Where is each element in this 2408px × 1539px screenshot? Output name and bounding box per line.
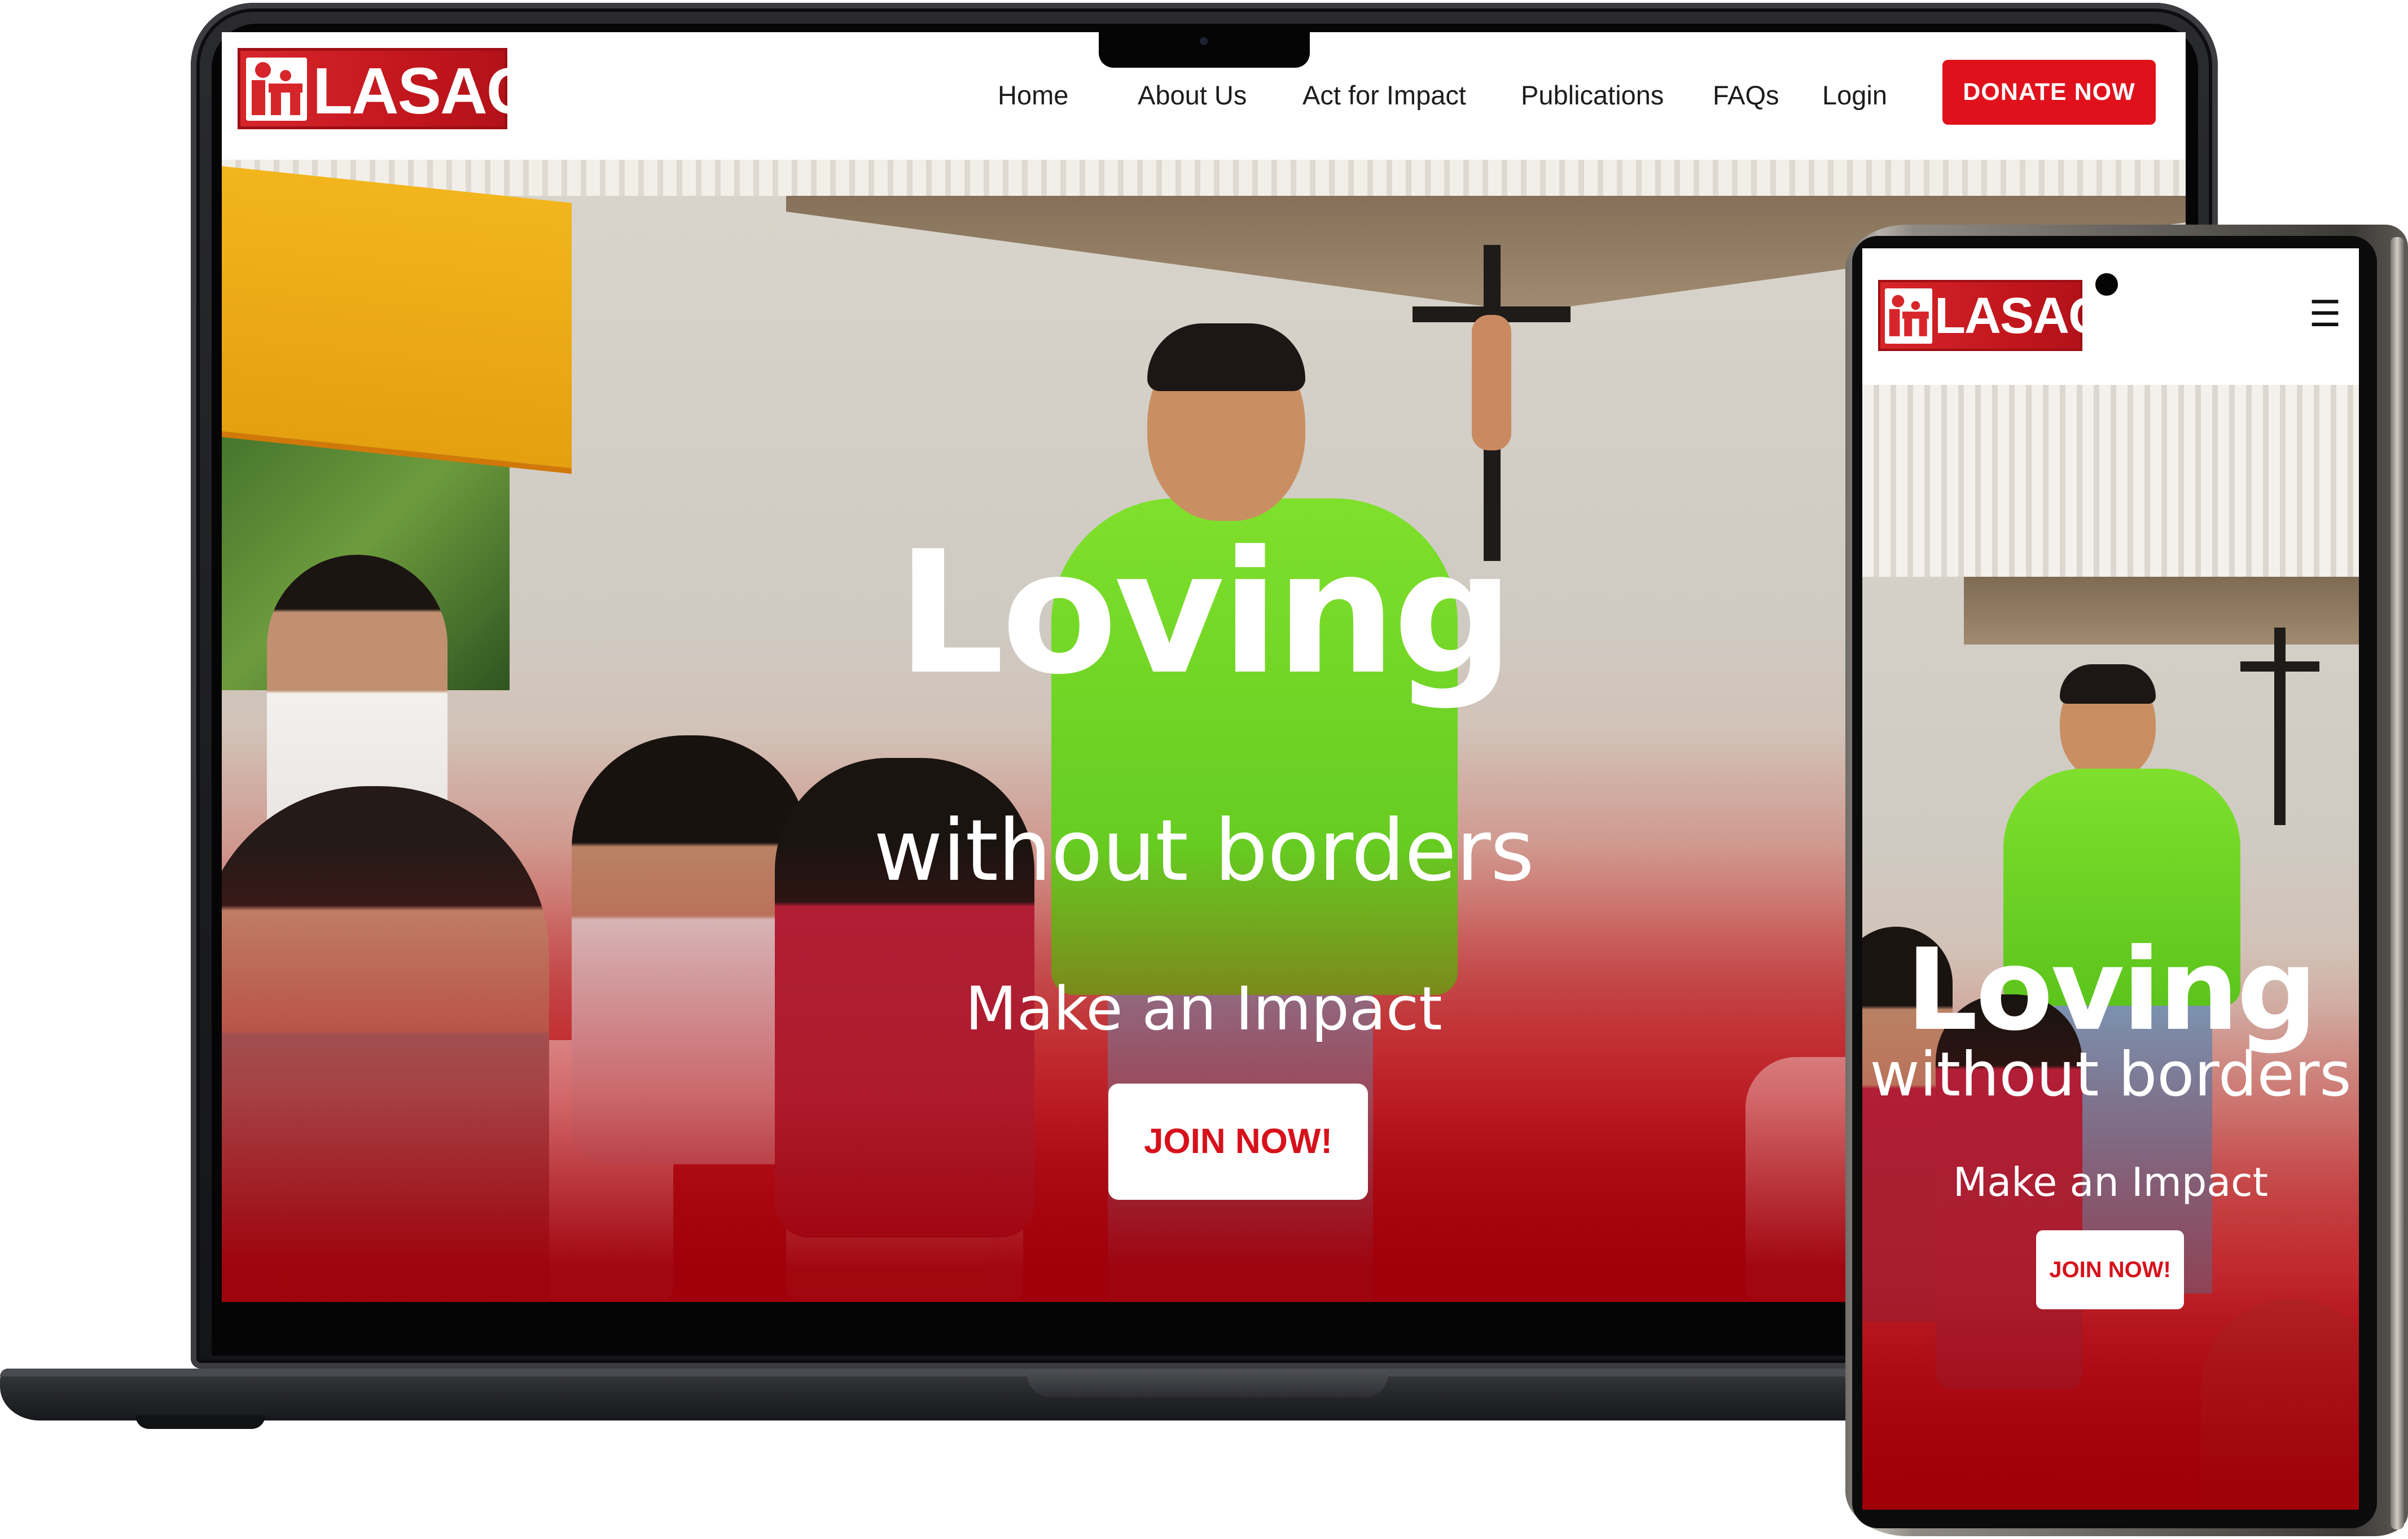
nav-item-home[interactable]: Home	[998, 78, 1068, 112]
nav-item-publications[interactable]: Publications	[1521, 78, 1664, 112]
mobile-navbar: LASAC ☰	[1862, 248, 2359, 385]
mobile-hero-subheadline: without borders	[1870, 1040, 2352, 1110]
nav-item-act-for-impact[interactable]: Act for Impact	[1302, 78, 1466, 112]
nav-item-about-us[interactable]: About Us	[1138, 78, 1247, 112]
mobile-logo-text: LASAC	[1935, 288, 2105, 344]
phone-camera	[2095, 273, 2118, 296]
laptop-camera	[1200, 37, 1208, 45]
nav-item-login[interactable]: Login	[1822, 78, 1887, 112]
mobile-hero-text: Loving without borders Make an Impact JO…	[1862, 248, 2359, 1510]
laptop-hinge-groove	[1027, 1370, 1388, 1397]
laptop-foot	[135, 1415, 265, 1429]
hamburger-icon[interactable]: ☰	[2308, 295, 2342, 334]
nav-item-faqs[interactable]: FAQs	[1713, 78, 1779, 112]
mobile-lasac-logo[interactable]: LASAC	[1878, 280, 2105, 351]
mobile-website: Loving without borders Make an Impact JO…	[1862, 248, 2359, 1510]
phone-side-edge	[2391, 237, 2404, 1529]
laptop-notch	[1099, 24, 1310, 68]
donate-now-button[interactable]: DONATE NOW	[1942, 60, 2156, 125]
mobile-join-now-button[interactable]: JOIN NOW!	[2036, 1230, 2184, 1309]
mobile-hero-headline: Loving	[1906, 924, 2317, 1056]
logo-mark-icon	[1885, 288, 1932, 344]
mobile-hero-tagline: Make an Impact	[1953, 1159, 2269, 1205]
join-now-button[interactable]: JOIN NOW!	[1108, 1084, 1368, 1200]
